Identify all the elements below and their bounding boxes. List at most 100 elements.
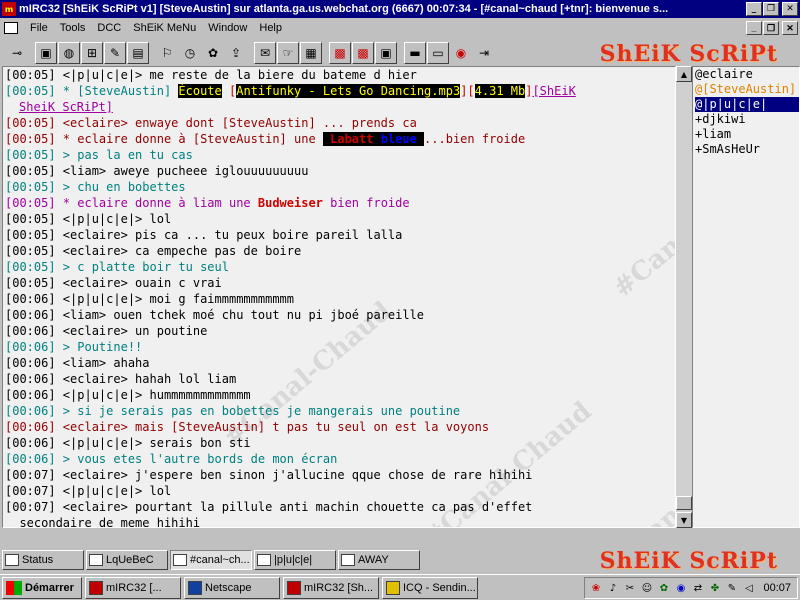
flower-tray-icon[interactable]: ✿ — [657, 581, 671, 595]
switchbar-button[interactable]: |p|u|c|e| — [254, 550, 336, 570]
dcc-send-icon[interactable]: ⇪ — [225, 42, 247, 64]
channels-icon[interactable]: ⊞ — [81, 42, 103, 64]
scroll-up-arrow[interactable]: ▲ — [676, 66, 692, 82]
chat-line: [00:05] * eclaire donne à liam une Budwe… — [5, 195, 675, 211]
chat-timestamp: [00:05] — [5, 84, 56, 98]
globe-icon[interactable]: ◍ — [58, 42, 80, 64]
menu-tools[interactable]: Tools — [54, 22, 92, 34]
menu-help[interactable]: Help — [253, 22, 288, 34]
globe-tray-icon[interactable]: ◉ — [674, 581, 688, 595]
away-icon[interactable]: ▩ — [329, 42, 351, 64]
chat-line: [00:06] > Poutine!! — [5, 339, 675, 355]
chat-line: [00:06] <|p|u|c|e|> hummmmmmmmmmmm — [5, 387, 675, 403]
mp3-icon[interactable]: ▩ — [352, 42, 374, 64]
chat-log: [00:05] <|p|u|c|e|> me reste de la biere… — [5, 67, 675, 528]
finger-icon[interactable]: ☞ — [277, 42, 299, 64]
dcc-chat-icon[interactable]: ✉ — [254, 42, 276, 64]
cascade-windows-icon[interactable]: ▭ — [427, 42, 449, 64]
taskbar-button[interactable]: ICQ - Sendin... — [382, 576, 478, 599]
maximize-button[interactable]: ❐ — [763, 2, 779, 16]
task-app-icon — [188, 580, 202, 595]
switchbar-button[interactable]: Status — [2, 550, 84, 570]
pen-tray-icon[interactable]: ✎ — [725, 581, 739, 595]
mdi-system-menu-icon[interactable] — [4, 22, 18, 34]
chat-text-suffix: ...bien froide — [424, 132, 526, 146]
start-button[interactable]: Démarrer — [2, 576, 82, 599]
nick-item[interactable]: +djkiwi — [695, 112, 799, 127]
speaker-tray-icon[interactable]: ◁ — [742, 581, 756, 595]
switchbar-button[interactable]: #canal~ch... — [170, 550, 252, 570]
audio-tray-icon[interactable]: ♪ — [606, 581, 620, 595]
icq-tray-icon[interactable]: ❀ — [589, 581, 603, 595]
chat-text: <eclaire> pis ca ... tu peux boire parei… — [55, 228, 403, 242]
chat-text: <eclaire> mais [SteveAustin] t pas tu se… — [55, 420, 490, 434]
tile-windows-icon[interactable]: ▬ — [404, 42, 426, 64]
app-tray-icon[interactable]: ✤ — [708, 581, 722, 595]
timer-icon[interactable]: ◷ — [179, 42, 201, 64]
menu-sheik[interactable]: ShEiK MeNu — [127, 22, 202, 34]
bracket: [ — [221, 84, 237, 98]
window-icon — [89, 554, 103, 566]
script-editor-icon[interactable]: ✎ — [104, 42, 126, 64]
chat-text: <eclaire> ca empeche pas de boire — [55, 244, 302, 258]
nick-item[interactable]: @|p|u|c|e| — [695, 97, 799, 112]
chat-timestamp: [00:06] — [5, 436, 56, 450]
nick-item[interactable]: +SmAsHeUr — [695, 142, 799, 157]
colors-icon[interactable]: ✿ — [202, 42, 224, 64]
task-app-icon — [287, 580, 301, 595]
chat-text: * [SteveAustin] — [55, 84, 179, 98]
minimize-button[interactable]: _ — [746, 2, 762, 16]
connect-icon[interactable]: ⊸ — [6, 42, 28, 64]
chat-window[interactable]: #Canal-Chaud #Canal-Chaud #Canal-Chaud #… — [2, 66, 676, 528]
menu-file[interactable]: File — [24, 22, 54, 34]
now-playing-label: Écoute — [178, 84, 222, 98]
bracket: ][ — [460, 84, 475, 98]
system-tray: ❀ ♪ ✂ ☺ ✿ ◉ ⇄ ✤ ✎ ◁ 00:07 — [584, 577, 798, 599]
scroll-thumb[interactable] — [676, 496, 692, 510]
menu-dcc[interactable]: DCC — [91, 22, 127, 34]
chat-text: <eclaire> ouain c vrai — [55, 276, 222, 290]
switchbar-button[interactable]: AWAY — [338, 550, 420, 570]
nick-item[interactable]: +liam — [695, 127, 799, 142]
taskbar-label: mIRC32 [... — [106, 581, 162, 594]
window-icon — [5, 554, 19, 566]
switchbar-button[interactable]: LqUeBeC — [86, 550, 168, 570]
help-icon[interactable]: ◉ — [450, 42, 472, 64]
chat-scrollbar[interactable]: ▲ ▼ — [676, 66, 692, 528]
scroll-down-arrow[interactable]: ▼ — [676, 512, 692, 528]
taskbar-button[interactable]: Netscape — [184, 576, 280, 599]
address-book-icon[interactable]: ▤ — [127, 42, 149, 64]
tools-tray-icon[interactable]: ✂ — [623, 581, 637, 595]
nick-list[interactable]: @eclaire @[SteveAustin] @|p|u|c|e| +djkiwi +… — [692, 66, 800, 528]
chat-line: [00:05] * [SteveAustin] Écoute [Antifunk… — [5, 83, 675, 99]
nick-item[interactable]: @[SteveAustin] — [695, 82, 799, 97]
chat-timestamp: [00:05] — [5, 68, 56, 82]
chat-text: * eclaire donne à [SteveAustin] une — [55, 132, 323, 146]
chat-line: [00:06] <liam> ahaha — [5, 355, 675, 371]
title-bar[interactable]: m mIRC32 [ShEiK ScRiPt v1] [SteveAustin]… — [0, 0, 800, 18]
toolbar: ⊸ ▣ ◍ ⊞ ✎ ▤ ⚐ ◷ ✿ ⇪ ✉ ☞ ▦ ▩ ▩ ▣ ▬ ▭ ◉ ⇥ … — [0, 38, 800, 68]
nick-item[interactable]: @eclaire — [695, 67, 799, 82]
mdi-restore-button[interactable]: ❐ — [763, 21, 779, 35]
switchbar-label: AWAY — [358, 554, 389, 566]
now-playing-script: [ShEiK — [532, 84, 576, 98]
person-tray-icon[interactable]: ☺ — [640, 581, 654, 595]
mirc-app-icon[interactable]: m — [2, 2, 16, 16]
close-button[interactable]: ✕ — [782, 2, 798, 16]
about-icon[interactable]: ▣ — [375, 42, 397, 64]
exit-icon[interactable]: ⇥ — [473, 42, 495, 64]
mdi-minimize-button[interactable]: _ — [746, 21, 762, 35]
mdi-close-button[interactable]: ✕ — [782, 21, 798, 35]
chat-text: > c platte boir tu seul — [55, 260, 229, 274]
chat-text: <liam> aweye pucheee iglouuuuuuuuu — [55, 164, 309, 178]
network-tray-icon[interactable]: ⇄ — [691, 581, 705, 595]
chat-text: secondaire de meme hihihi — [5, 516, 201, 528]
chat-text: <eclaire> hahah lol liam — [55, 372, 237, 386]
options-icon[interactable]: ▣ — [35, 42, 57, 64]
task-app-icon — [386, 580, 400, 595]
notify-icon[interactable]: ⚐ — [156, 42, 178, 64]
menu-window[interactable]: Window — [202, 22, 253, 34]
taskbar-button[interactable]: mIRC32 [... — [85, 576, 181, 599]
taskbar-button[interactable]: mIRC32 [Sh... — [283, 576, 379, 599]
log-icon[interactable]: ▦ — [300, 42, 322, 64]
